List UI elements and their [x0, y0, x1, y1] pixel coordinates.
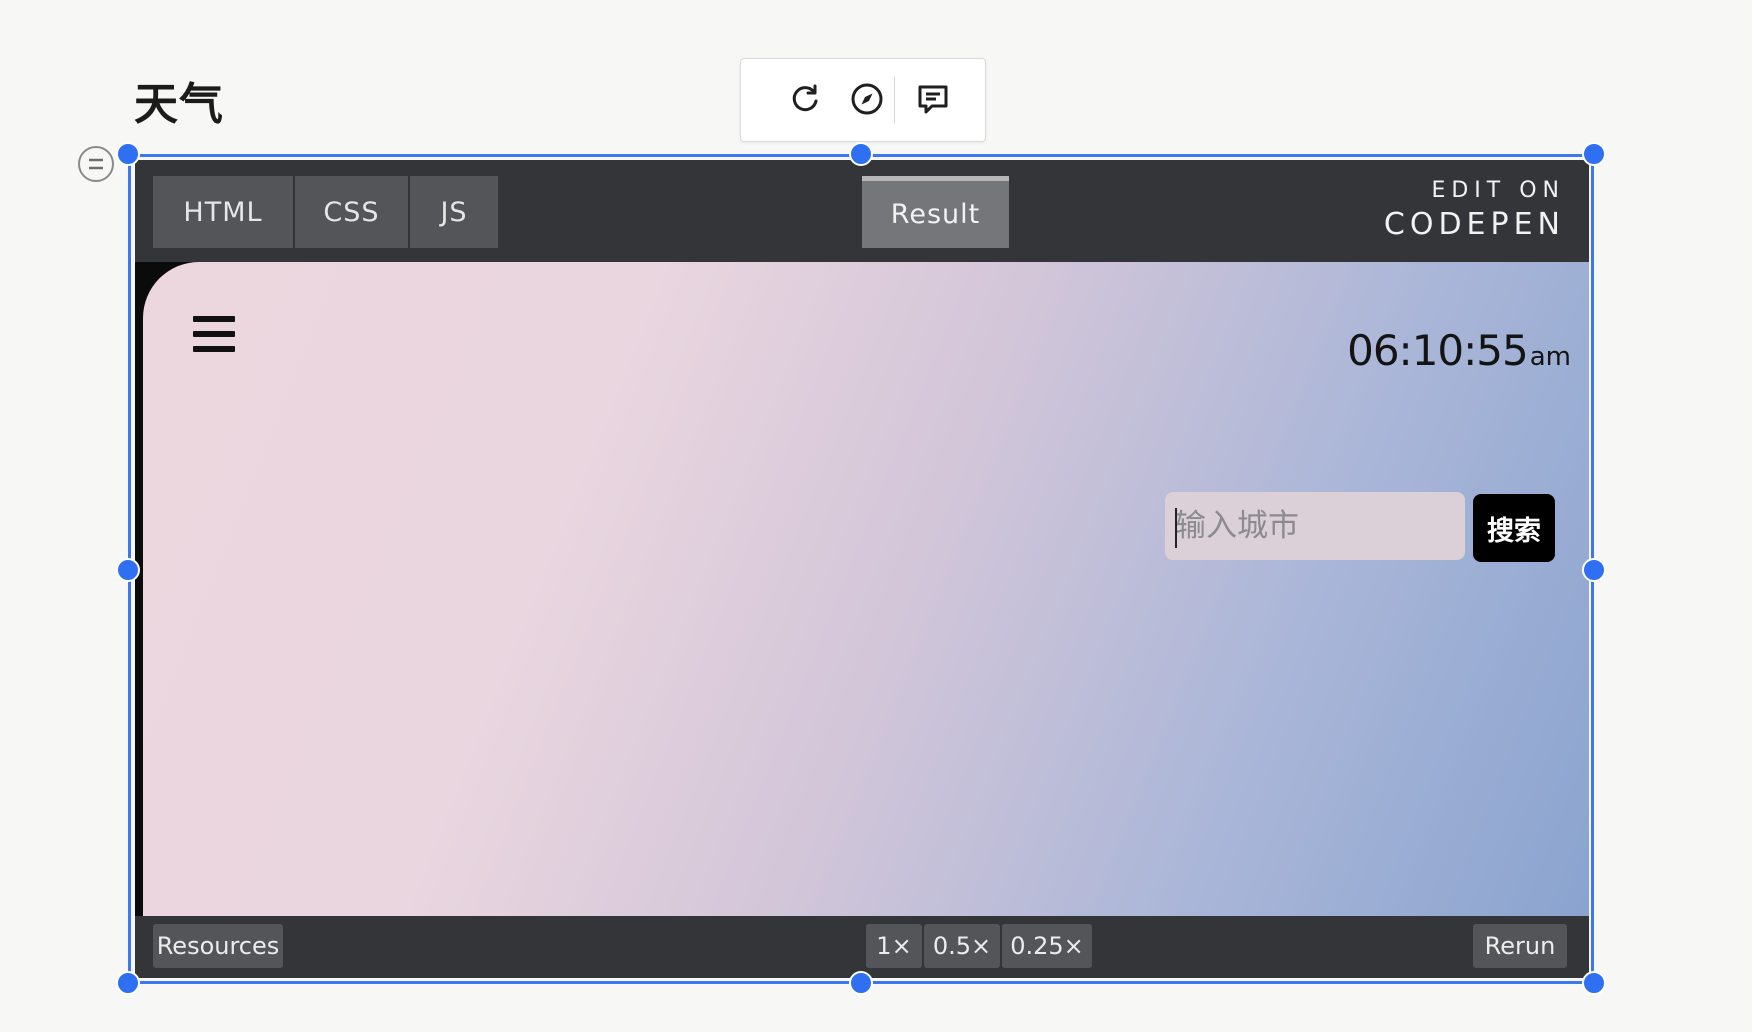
toolbar-divider: [894, 77, 895, 123]
comment-button[interactable]: [913, 79, 953, 119]
block-menu-handle[interactable]: [78, 146, 114, 182]
compass-icon: [851, 83, 883, 115]
resize-handle-bottom-right[interactable]: [1582, 971, 1606, 995]
resize-handle-bottom[interactable]: [849, 971, 873, 995]
selection-frame: [128, 154, 1594, 984]
compass-button[interactable]: [847, 79, 887, 119]
resize-handle-top[interactable]: [849, 142, 873, 166]
refresh-button[interactable]: [785, 79, 825, 119]
page-title: 天气: [134, 79, 224, 130]
resize-handle-left[interactable]: [116, 558, 140, 582]
resize-handle-top-right[interactable]: [1582, 142, 1606, 166]
resize-handle-bottom-left[interactable]: [116, 971, 140, 995]
equals-icon: [89, 158, 103, 170]
resize-handle-right[interactable]: [1582, 558, 1606, 582]
refresh-icon: [792, 84, 818, 112]
comment-icon: [918, 85, 948, 114]
resize-handle-top-left[interactable]: [116, 142, 140, 166]
block-toolbar: [740, 58, 986, 142]
